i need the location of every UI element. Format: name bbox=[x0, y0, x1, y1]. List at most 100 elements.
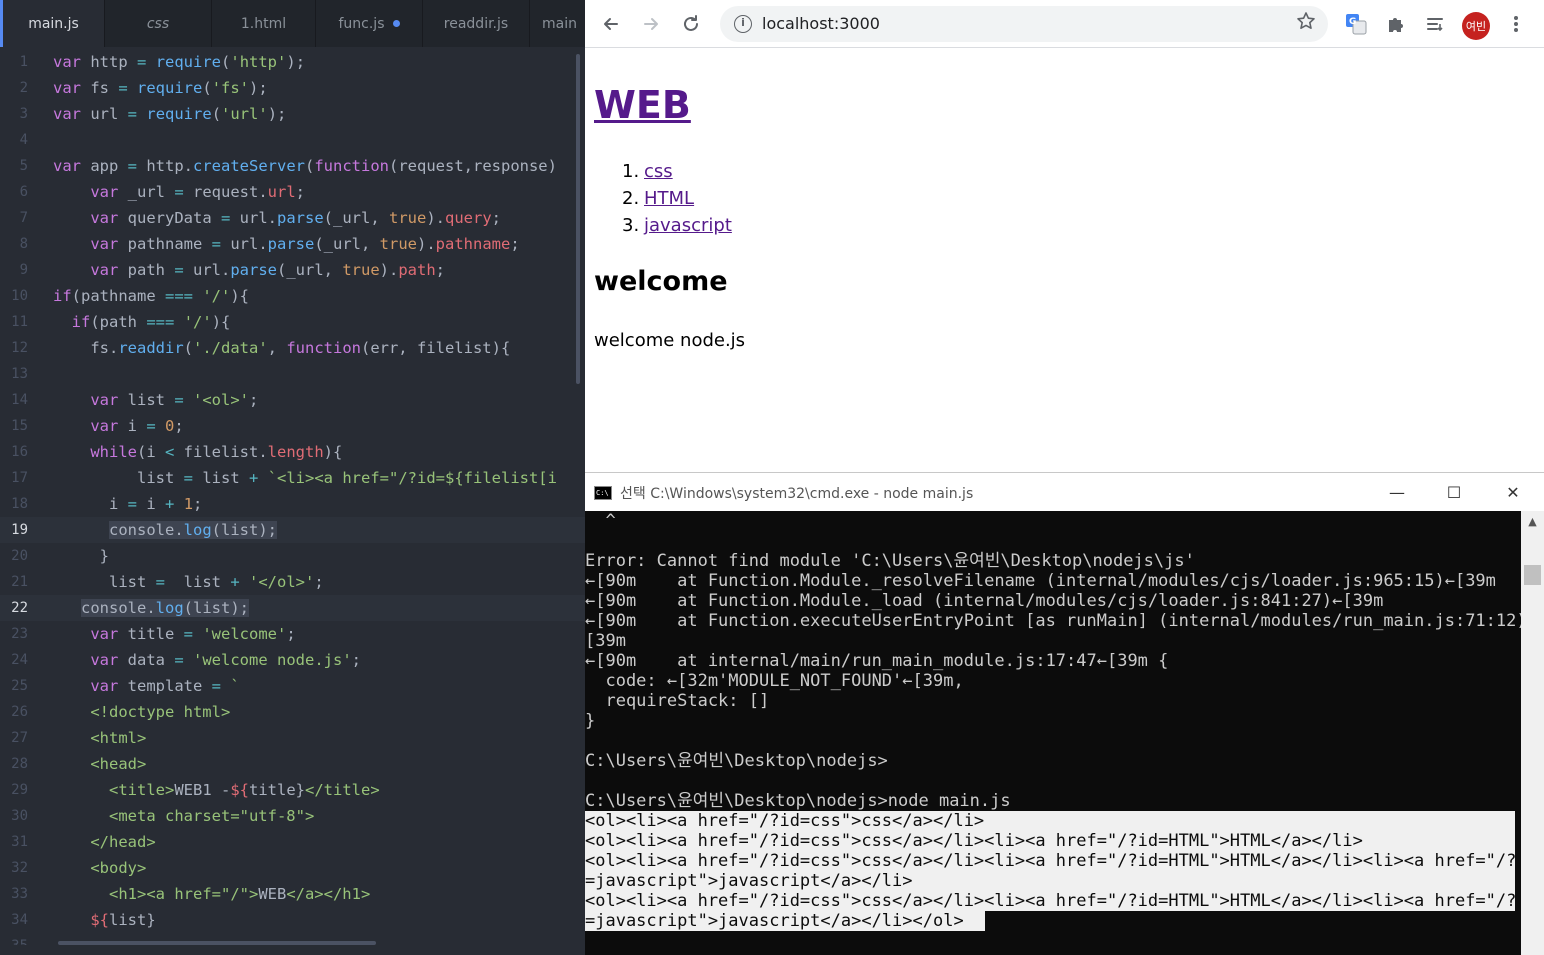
editor-tab[interactable]: css bbox=[105, 0, 212, 47]
editor-tab-bar: main.js css 1.html func.js readdir.js main bbox=[0, 0, 585, 47]
line-number: 18 bbox=[11, 496, 28, 512]
code-line[interactable]: 34 ${list} bbox=[0, 907, 585, 933]
code-line[interactable]: 24 var data = 'welcome node.js'; bbox=[0, 647, 585, 673]
code-line[interactable]: 7 var queryData = url.parse(_url, true).… bbox=[0, 205, 585, 231]
star-icon[interactable] bbox=[1296, 11, 1316, 36]
list-item: 1. css bbox=[622, 158, 732, 185]
code-line[interactable]: 32 <body> bbox=[0, 855, 585, 881]
scroll-up-icon[interactable]: ▲ bbox=[1521, 513, 1544, 531]
code-line[interactable]: 2 var fs = require('fs'); bbox=[0, 75, 585, 101]
page-heading: WEB bbox=[594, 82, 691, 128]
code-line[interactable]: 5 var app = http.createServer(function(re… bbox=[0, 153, 585, 179]
code-line[interactable]: 15 var i = 0; bbox=[0, 413, 585, 439]
cmd-scroll-thumb[interactable] bbox=[1524, 565, 1541, 585]
page-topic-list: 1. css 2. HTML 3. javascript bbox=[622, 158, 732, 239]
code-line[interactable]: 23 var title = 'welcome'; bbox=[0, 621, 585, 647]
code-line[interactable]: 21 list = list + '</ol>'; bbox=[0, 569, 585, 595]
code-line[interactable]: 31 </head> bbox=[0, 829, 585, 855]
line-code: var title = 'welcome'; bbox=[90, 625, 296, 643]
code-line[interactable]: 6 var _url = request.url; bbox=[0, 179, 585, 205]
code-line[interactable]: 3 var url = require('url'); bbox=[0, 101, 585, 127]
web-home-link[interactable]: WEB bbox=[594, 83, 691, 127]
info-icon[interactable]: i bbox=[734, 15, 752, 33]
line-code: <head> bbox=[90, 755, 147, 773]
code-line[interactable]: 19 console.log(list); bbox=[0, 517, 585, 543]
code-line[interactable]: 28 <head> bbox=[0, 751, 585, 777]
editor-vertical-scrollbar[interactable] bbox=[576, 54, 580, 384]
code-line[interactable]: 30 <meta charset="utf-8"> bbox=[0, 803, 585, 829]
code-line[interactable]: 11 if(path === '/'){ bbox=[0, 309, 585, 335]
code-line[interactable]: 10 if(pathname === '/'){ bbox=[0, 283, 585, 309]
topic-link[interactable]: javascript bbox=[644, 215, 732, 236]
code-line[interactable]: 25 var template = ` bbox=[0, 673, 585, 699]
modified-dot-icon bbox=[392, 20, 400, 27]
cmd-output-line: Error: Cannot find module 'C:\Users\윤여빈\… bbox=[585, 551, 1195, 571]
line-number: 5 bbox=[19, 158, 28, 174]
list-item: 2. HTML bbox=[622, 185, 732, 212]
code-line[interactable]: 17 list = list + `<li><a href="/?id=${fi… bbox=[0, 465, 585, 491]
code-line[interactable]: 16 while(i < filelist.length){ bbox=[0, 439, 585, 465]
line-number: 20 bbox=[11, 548, 28, 564]
forward-button[interactable] bbox=[637, 10, 665, 38]
editor-tab[interactable]: readdir.js bbox=[423, 0, 530, 47]
code-line[interactable]: 18 i = i + 1; bbox=[0, 491, 585, 517]
url-text[interactable]: localhost:3000 bbox=[762, 14, 880, 33]
cmd-title-bar[interactable]: C:\ 선택 C:\Windows\system32\cmd.exe - nod… bbox=[585, 473, 1544, 511]
editor-tab[interactable]: main bbox=[530, 0, 585, 47]
editor-tab[interactable]: 1.html bbox=[212, 0, 316, 47]
editor-tab[interactable]: func.js bbox=[316, 0, 423, 47]
code-line[interactable]: 26 <!doctype html> bbox=[0, 699, 585, 725]
line-number: 15 bbox=[11, 418, 28, 434]
code-line[interactable]: 1 var http = require('http'); bbox=[0, 49, 585, 75]
line-code: list = list + '</ol>'; bbox=[53, 573, 324, 591]
line-number: 2 bbox=[19, 80, 28, 96]
line-number: 25 bbox=[11, 678, 28, 694]
line-number: 9 bbox=[19, 262, 28, 278]
code-area[interactable]: 1 var http = require('http'); 2 var fs = re… bbox=[0, 49, 585, 945]
code-line[interactable]: 20 } bbox=[0, 543, 585, 569]
line-code: fs.readdir('./data', function(err, filel… bbox=[53, 339, 511, 357]
code-line[interactable]: 8 var pathname = url.parse(_url, true).p… bbox=[0, 231, 585, 257]
address-bar[interactable]: i localhost:3000 bbox=[720, 6, 1328, 42]
code-line[interactable]: 14 var list = '<ol>'; bbox=[0, 387, 585, 413]
code-line[interactable]: 33 <h1><a href="/">WEB</a></h1> bbox=[0, 881, 585, 907]
reload-button[interactable] bbox=[677, 10, 705, 38]
cmd-scrollbar[interactable]: ▲ bbox=[1521, 511, 1544, 955]
browser-menu-button[interactable] bbox=[1502, 10, 1530, 38]
minimize-button[interactable]: — bbox=[1377, 479, 1417, 505]
reload-icon bbox=[684, 15, 698, 31]
reading-list-button[interactable] bbox=[1422, 10, 1450, 38]
code-line[interactable]: 27 <html> bbox=[0, 725, 585, 751]
line-code: <body> bbox=[90, 859, 147, 877]
extensions-button[interactable] bbox=[1382, 10, 1410, 38]
back-button[interactable] bbox=[597, 10, 625, 38]
reading-list-icon bbox=[1427, 18, 1443, 32]
profile-avatar[interactable]: 여빈 bbox=[1462, 12, 1490, 40]
code-line[interactable]: 13 bbox=[0, 361, 585, 387]
line-code: var app = http.createServer(function(req… bbox=[53, 157, 557, 175]
topic-link[interactable]: HTML bbox=[644, 188, 694, 209]
list-item-number: 2. bbox=[622, 188, 640, 209]
code-line[interactable]: 12 fs.readdir('./data', function(err, fi… bbox=[0, 335, 585, 361]
line-number: 11 bbox=[11, 314, 28, 330]
line-code: list = list + `<li><a href="/?id=${filel… bbox=[53, 469, 557, 487]
code-line[interactable]: 22 console.log(list); bbox=[0, 595, 585, 621]
line-number: 6 bbox=[19, 184, 28, 200]
code-editor[interactable]: main.js css 1.html func.js readdir.js main 1 v… bbox=[0, 0, 585, 955]
editor-tab[interactable]: main.js bbox=[0, 0, 105, 47]
cmd-window: C:\ 선택 C:\Windows\system32\cmd.exe - nod… bbox=[585, 472, 1544, 955]
editor-horizontal-scrollbar[interactable] bbox=[58, 941, 376, 945]
code-line[interactable]: 4 bbox=[0, 127, 585, 153]
cmd-output-line: C:\Users\윤여빈\Desktop\nodejs>node main.js bbox=[585, 791, 1011, 811]
line-number: 13 bbox=[11, 366, 28, 382]
translate-button[interactable]: G bbox=[1342, 10, 1370, 38]
line-code: var i = 0; bbox=[90, 417, 184, 435]
line-number: 31 bbox=[11, 834, 28, 850]
cmd-output[interactable]: ^ Error: Cannot find module 'C:\Users\윤여빈… bbox=[585, 511, 1521, 955]
close-button[interactable]: ✕ bbox=[1493, 479, 1533, 505]
code-line[interactable]: 9 var path = url.parse(_url, true).path; bbox=[0, 257, 585, 283]
topic-link[interactable]: css bbox=[644, 161, 673, 182]
code-line[interactable]: 29 <title>WEB1 -${title}</title> bbox=[0, 777, 585, 803]
arrow-right-icon bbox=[644, 18, 658, 30]
maximize-button[interactable]: ☐ bbox=[1434, 479, 1474, 505]
